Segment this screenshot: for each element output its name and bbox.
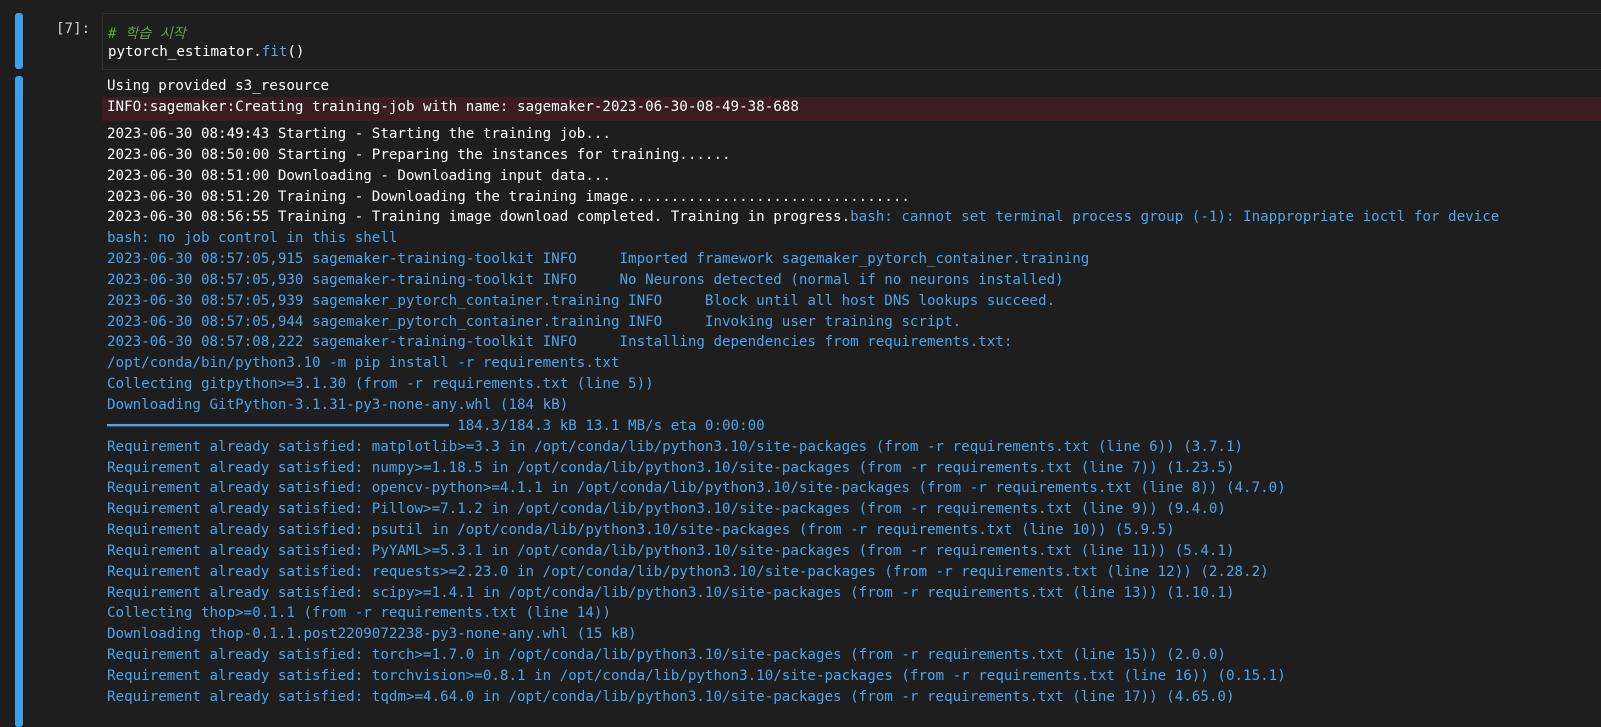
log-text-blue: Requirement already satisfied: PyYAML>=5…: [107, 542, 1235, 559]
input-collapser[interactable]: [15, 13, 23, 69]
log-text-blue: Requirement already satisfied: psutil in…: [107, 522, 1175, 539]
log-line: ━━━━━━━━━━━━━━━━━━━━━━━━━━━━━━━━━━━━━━━━…: [107, 416, 1499, 437]
log-line: Requirement already satisfied: matplotli…: [107, 437, 1499, 458]
log-text-blue: 2023-06-30 08:57:05,944 sagemaker_pytorc…: [107, 313, 962, 330]
log-text-white: 2023-06-30 08:49:43 Starting - Starting …: [107, 126, 611, 142]
log-line: Requirement already satisfied: torch>=1.…: [107, 645, 1499, 666]
code-cell-editor[interactable]: # 학습 시작 pytorch_estimator.fit(): [102, 13, 1601, 70]
log-line: 2023-06-30 08:56:55 Training - Training …: [107, 207, 1499, 228]
log-text-blue: Requirement already satisfied: matplotli…: [107, 438, 1244, 455]
log-line: 2023-06-30 08:57:05,944 sagemaker_pytorc…: [107, 312, 1499, 333]
output-collapser[interactable]: [15, 76, 23, 727]
stderr-line: INFO:sagemaker:Creating training-job wit…: [107, 99, 799, 115]
previous-cell-edge: [104, 0, 1601, 14]
log-line: Downloading GitPython-3.1.31-py3-none-an…: [107, 395, 1499, 416]
log-text-blue: Downloading GitPython-3.1.31-py3-none-an…: [107, 396, 569, 413]
log-line: Requirement already satisfied: psutil in…: [107, 520, 1499, 541]
stderr-block: INFO:sagemaker:Creating training-job wit…: [102, 97, 1601, 121]
log-text-blue: 2023-06-30 08:57:08,222 sagemaker-traini…: [107, 334, 1013, 351]
log-line: Collecting thop>=0.1.1 (from -r requirem…: [107, 603, 1499, 624]
code-comment: # 학습 시작: [108, 26, 186, 42]
log-line: 2023-06-30 08:51:20 Training - Downloadi…: [107, 187, 1499, 208]
cell-output[interactable]: Using provided s3_resource INFO:sagemake…: [102, 74, 1601, 727]
code-function: fit: [261, 44, 288, 60]
log-text-blue: ━━━━━━━━━━━━━━━━━━━━━━━━━━━━━━━━━━━━━━━━…: [107, 417, 765, 434]
log-line: 2023-06-30 08:57:05,930 sagemaker-traini…: [107, 270, 1499, 291]
log-text-blue: bash: no job control in this shell: [107, 230, 398, 247]
log-text-blue: Requirement already satisfied: torch>=1.…: [107, 647, 1226, 664]
log-line: Requirement already satisfied: requests>…: [107, 562, 1499, 583]
log-line: /opt/conda/bin/python3.10 -m pip install…: [107, 353, 1499, 374]
log-line: Requirement already satisfied: numpy>=1.…: [107, 458, 1499, 479]
log-text-blue: Requirement already satisfied: Pillow>=7…: [107, 501, 1226, 518]
log-text-blue: Requirement already satisfied: opencv-py…: [107, 480, 1286, 497]
log-text-blue: Requirement already satisfied: torchvisi…: [107, 667, 1286, 684]
log-line: Requirement already satisfied: torchvisi…: [107, 666, 1499, 687]
log-line: Requirement already satisfied: scipy>=1.…: [107, 583, 1499, 604]
log-line: 2023-06-30 08:57:08,222 sagemaker-traini…: [107, 332, 1499, 353]
log-text-blue: Requirement already satisfied: scipy>=1.…: [107, 584, 1235, 601]
log-text-blue: 2023-06-30 08:57:05,930 sagemaker-traini…: [107, 271, 1064, 288]
log-line: 2023-06-30 08:51:00 Downloading - Downlo…: [107, 166, 1499, 187]
log-text-blue: Requirement already satisfied: requests>…: [107, 563, 1269, 580]
log-text-white: 2023-06-30 08:50:00 Starting - Preparing…: [107, 146, 731, 163]
log-text-blue: Requirement already satisfied: tqdm>=4.6…: [107, 688, 1235, 705]
log-text-blue: 2023-06-30 08:57:05,939 sagemaker_pytorc…: [107, 292, 1056, 309]
log-line: 2023-06-30 08:49:43 Starting - Starting …: [107, 124, 1499, 145]
log-text-white: 2023-06-30 08:51:20 Training - Downloadi…: [107, 188, 910, 205]
log-line: 2023-06-30 08:50:00 Starting - Preparing…: [107, 145, 1499, 166]
execution-count-prompt: [7]:: [56, 21, 91, 37]
log-text-blue: Collecting thop>=0.1.1 (from -r requirem…: [107, 605, 611, 622]
log-line: Requirement already satisfied: opencv-py…: [107, 478, 1499, 499]
log-text-blue: 2023-06-30 08:57:05,915 sagemaker-traini…: [107, 251, 1090, 268]
log-line: Requirement already satisfied: Pillow>=7…: [107, 499, 1499, 520]
code-object: pytorch_estimator.: [108, 44, 262, 60]
log-line: bash: no job control in this shell: [107, 228, 1499, 249]
log-text-blue: Requirement already satisfied: numpy>=1.…: [107, 459, 1235, 476]
log-line: Requirement already satisfied: tqdm>=4.6…: [107, 687, 1499, 708]
log-text-blue: Downloading thop-0.1.1.post2209072238-py…: [107, 626, 637, 643]
log-line: 2023-06-30 08:57:05,915 sagemaker-traini…: [107, 249, 1499, 270]
log-line: Collecting gitpython>=3.1.30 (from -r re…: [107, 374, 1499, 395]
stdout-line: Using provided s3_resource: [107, 78, 330, 94]
code-parens: (): [287, 44, 305, 60]
code-line-fit: pytorch_estimator.fit(): [108, 44, 304, 60]
training-log: 2023-06-30 08:49:43 Starting - Starting …: [107, 124, 1499, 708]
log-text-blue: Collecting gitpython>=3.1.30 (from -r re…: [107, 376, 654, 393]
log-text-white: 2023-06-30 08:56:55 Training - Training …: [107, 209, 851, 226]
log-line: 2023-06-30 08:57:05,939 sagemaker_pytorc…: [107, 291, 1499, 312]
log-text-blue: /opt/conda/bin/python3.10 -m pip install…: [107, 355, 620, 372]
log-line: Requirement already satisfied: PyYAML>=5…: [107, 541, 1499, 562]
log-text-white: 2023-06-30 08:51:00 Downloading - Downlo…: [107, 167, 611, 184]
log-text-blue: bash: cannot set terminal process group …: [850, 209, 1500, 226]
log-line: Downloading thop-0.1.1.post2209072238-py…: [107, 624, 1499, 645]
